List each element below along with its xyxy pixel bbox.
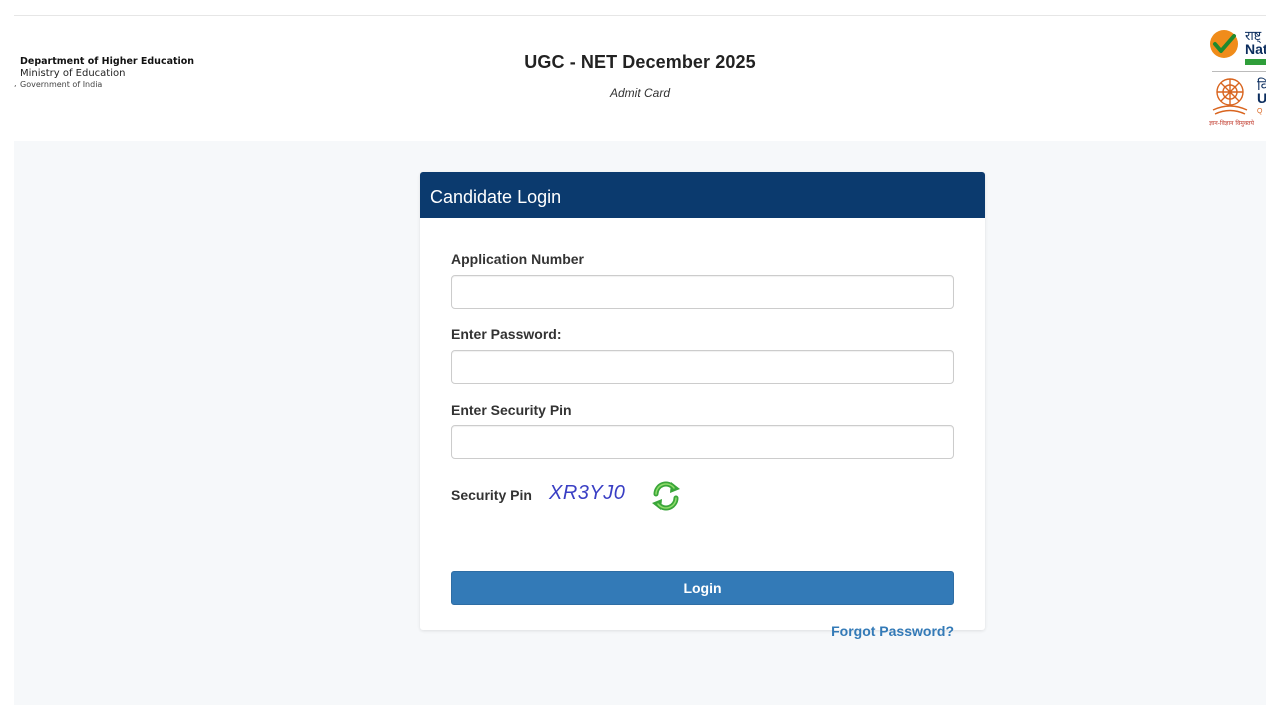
login-card: Candidate Login Application Number Enter… (420, 172, 985, 639)
title-block: UGC - NET December 2025 Admit Card (14, 52, 1266, 100)
application-number-input[interactable] (451, 275, 954, 309)
page-title: UGC - NET December 2025 (524, 52, 756, 72)
check-circle-icon (1210, 30, 1238, 58)
application-number-label: Application Number (451, 251, 585, 267)
nirf-logo-text: Nat (1245, 41, 1266, 57)
security-pin-row: Security Pin XR3YJ0 (451, 476, 751, 516)
security-pin-captcha: XR3YJ0 (549, 482, 626, 504)
ugc-emblem-icon (1212, 78, 1248, 115)
nirf-logo-bar (1245, 59, 1266, 65)
login-button[interactable]: Login (451, 571, 954, 605)
forgot-password-link[interactable]: Forgot Password? (831, 623, 954, 639)
security-pin-input-label: Enter Security Pin (451, 402, 572, 418)
password-label: Enter Password: (451, 326, 562, 342)
security-pin-input[interactable] (451, 425, 954, 459)
ugc-logo-subtext: Q (1257, 108, 1263, 115)
login-card-heading: Candidate Login (420, 172, 985, 218)
logo-divider (1212, 71, 1266, 72)
refresh-captcha-icon[interactable] (649, 479, 683, 513)
password-input[interactable] (451, 350, 954, 384)
page-subtitle: Admit Card (609, 86, 671, 100)
site-header: Department of Higher Education Ministry … (14, 15, 1266, 142)
partner-logos: राष्ट् Nat वि U Q ज्ञान-विज्ञान विमुक्तय… (1207, 26, 1266, 136)
ugc-logo-motto: ज्ञान-विज्ञान विमुक्तये (1209, 120, 1255, 127)
security-pin-label: Security Pin (451, 487, 532, 503)
ugc-logo-text: U (1257, 90, 1266, 106)
